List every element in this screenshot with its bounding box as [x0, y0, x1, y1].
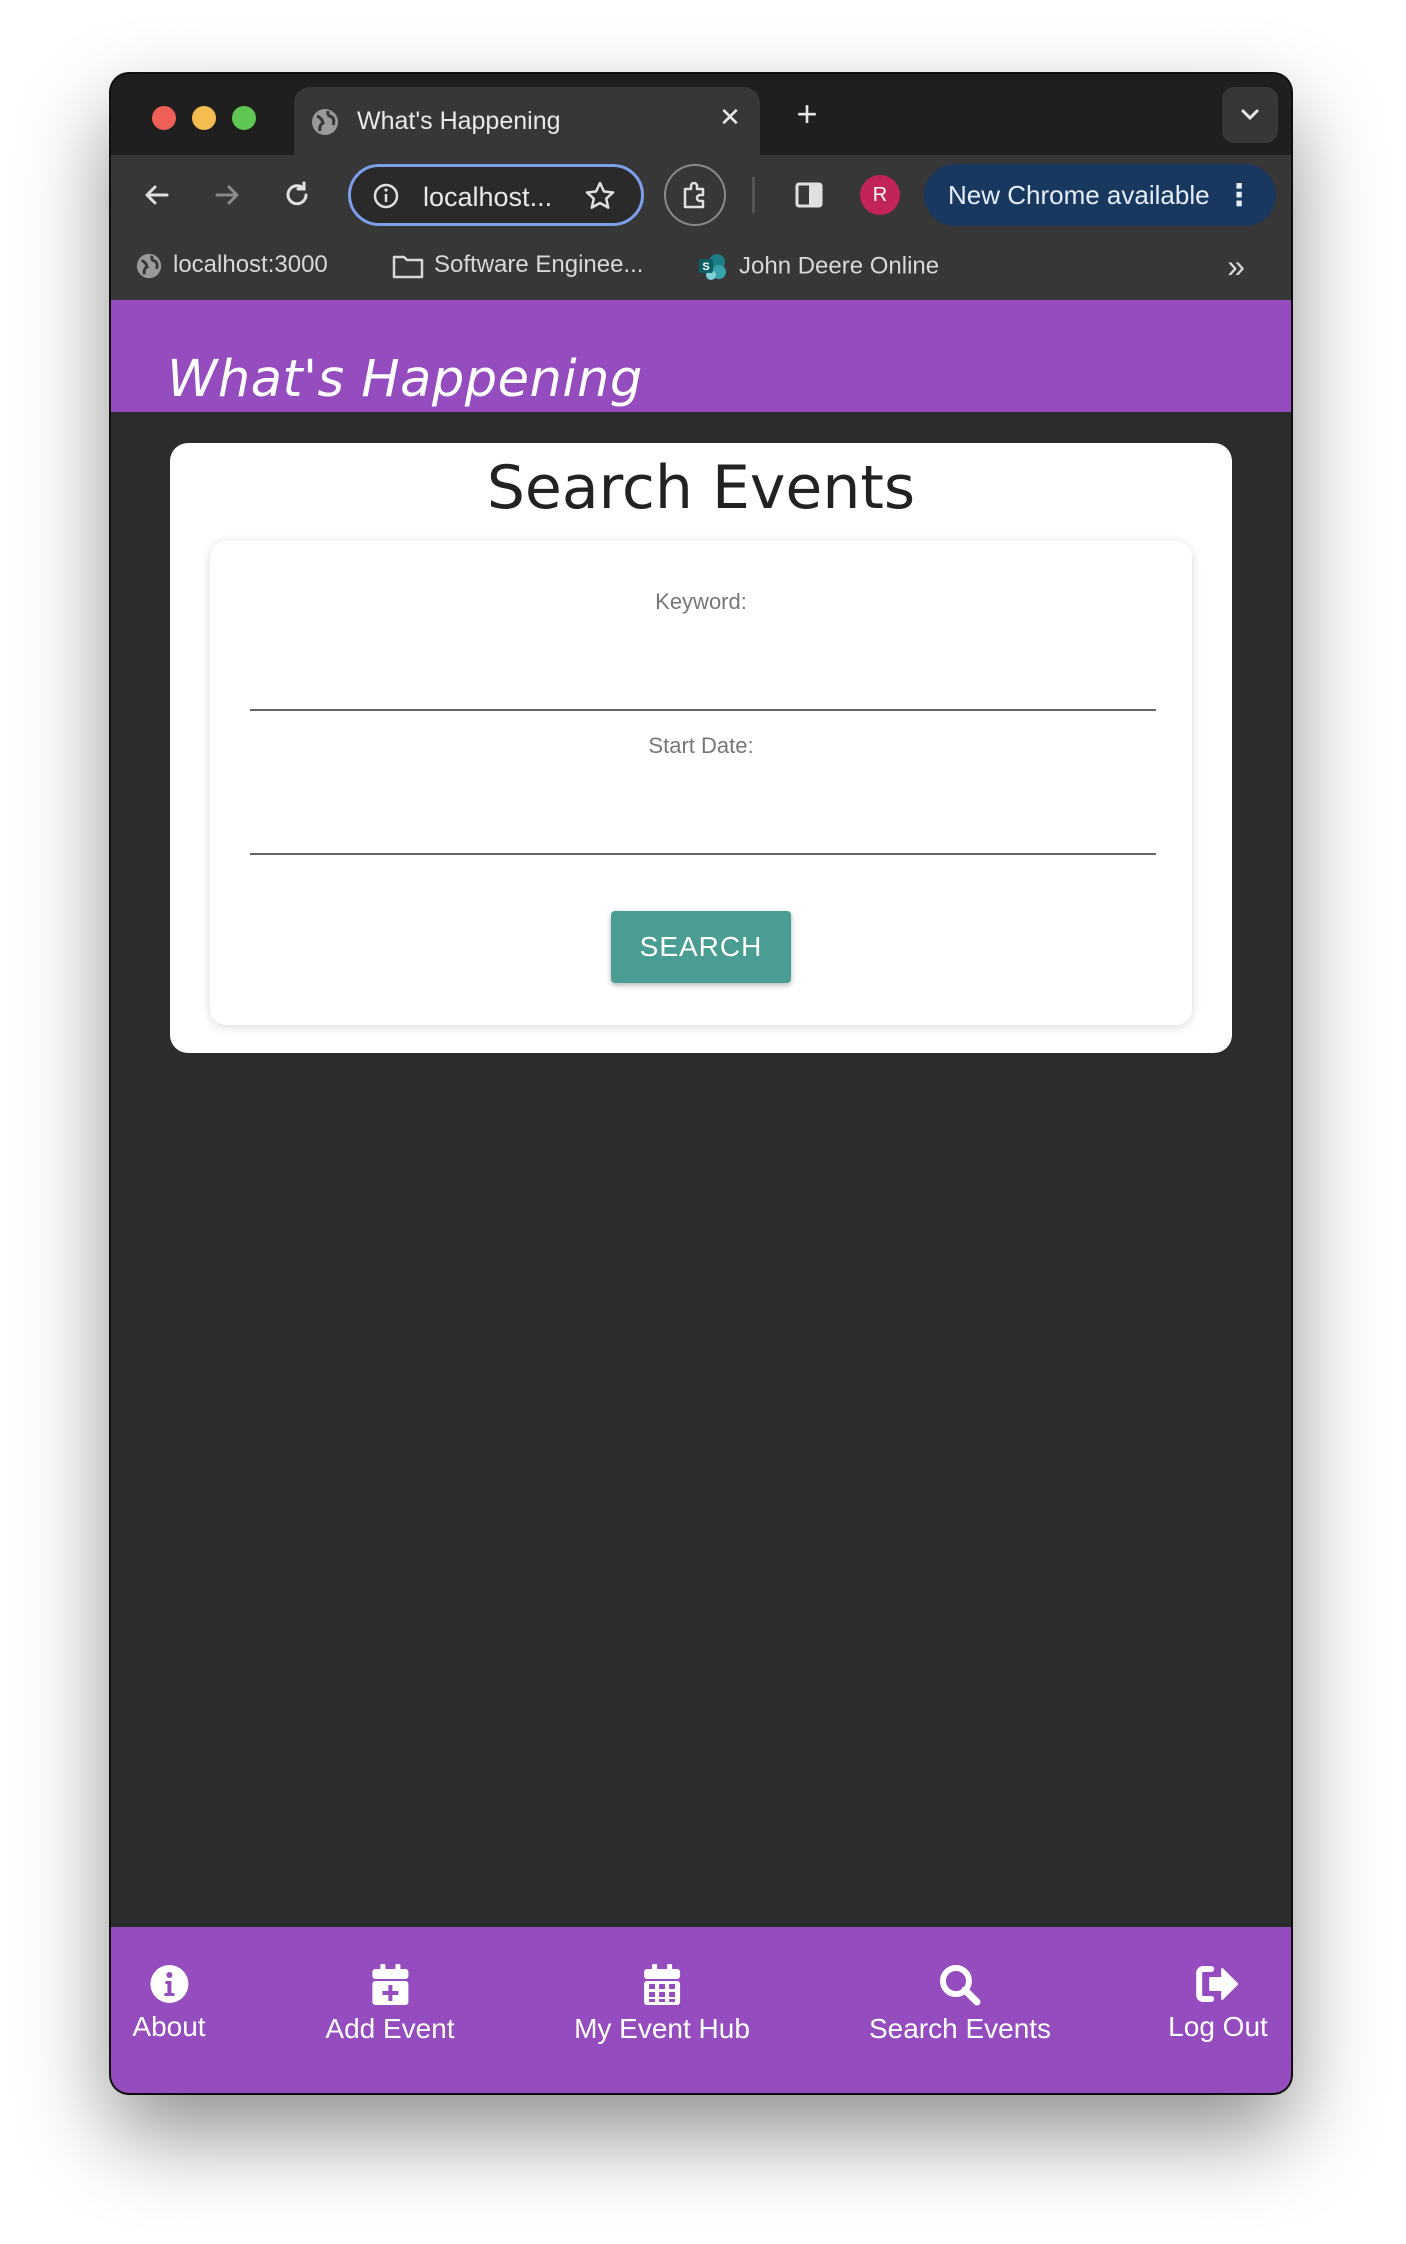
maximize-window-button[interactable]	[232, 106, 256, 130]
bookmark-star-icon[interactable]	[583, 179, 617, 213]
puzzle-icon	[683, 181, 705, 209]
side-panel-icon[interactable]	[789, 175, 829, 215]
search-icon	[939, 1965, 981, 2006]
close-tab-icon[interactable]: ✕	[714, 101, 746, 133]
nav-log-out[interactable]: Log Out	[1168, 1963, 1268, 2043]
page-viewport: What's Happening Search Events Keyword: …	[111, 300, 1291, 2093]
nav-label: Log Out	[1168, 2011, 1268, 2042]
chrome-update-button[interactable]: New Chrome available ⋮	[924, 164, 1276, 226]
extensions-button[interactable]	[664, 164, 726, 226]
globe-icon	[312, 109, 338, 135]
tab-title: What's Happening	[357, 107, 561, 135]
nav-label: Add Event	[325, 2013, 455, 2044]
start-date-label: Start Date:	[648, 733, 754, 758]
chevron-down-icon	[1241, 109, 1259, 121]
nav-label: My Event Hub	[574, 2013, 750, 2044]
site-info-icon[interactable]	[371, 181, 401, 211]
bookmark-john-deere[interactable]: S John Deere Online	[697, 251, 939, 283]
browser-tab[interactable]: What's Happening ✕	[294, 87, 760, 155]
reload-icon[interactable]	[277, 175, 317, 215]
bookmark-localhost[interactable]: localhost:3000	[135, 251, 328, 280]
keyword-label: Keyword:	[655, 589, 747, 614]
close-window-button[interactable]	[152, 106, 176, 130]
globe-icon	[136, 253, 162, 278]
browser-toolbar: localhost... R New Chrome available ⋮	[111, 155, 1291, 236]
nav-label: About	[132, 2011, 206, 2042]
search-button[interactable]: SEARCH	[611, 911, 791, 983]
new-tab-button[interactable]: +	[785, 92, 829, 136]
bookmark-software-engineering[interactable]: Software Enginee...	[392, 251, 643, 279]
bookmark-label: John Deere Online	[739, 252, 940, 280]
nav-search-events[interactable]: Search Events	[869, 1963, 1051, 2045]
forward-icon[interactable]	[207, 175, 247, 215]
app-title[interactable]: What's Happening	[167, 350, 643, 409]
search-events-card: Search Events Keyword: Start Date: SEARC…	[170, 443, 1232, 1053]
toolbar-divider	[752, 177, 755, 213]
sign-out-icon	[1195, 1966, 1238, 2002]
minimize-window-button[interactable]	[192, 106, 216, 130]
bookmark-label: Software Enginee...	[434, 251, 644, 278]
tab-search-button[interactable]	[1222, 87, 1278, 143]
tab-strip: What's Happening ✕ +	[111, 74, 1291, 155]
search-form: Keyword: Start Date: SEARCH	[210, 541, 1192, 1025]
info-icon	[149, 1965, 188, 2003]
profile-avatar[interactable]: R	[860, 175, 900, 215]
calendar-plus-icon	[371, 1964, 408, 2005]
sharepoint-icon: S	[699, 254, 726, 280]
folder-icon	[392, 255, 424, 278]
address-bar[interactable]: localhost...	[348, 164, 644, 226]
browser-window: What's Happening ✕ + localhost... R New …	[111, 74, 1291, 2093]
page-title: Search Events	[486, 453, 916, 523]
nav-about[interactable]: About	[132, 1963, 206, 2043]
bookmark-label: localhost:3000	[173, 251, 328, 278]
address-text: localhost...	[423, 182, 553, 212]
app-header: What's Happening	[111, 300, 1291, 412]
start-date-input[interactable]	[250, 801, 1156, 855]
calendar-icon	[643, 1964, 680, 2005]
bookmarks-bar: localhost:3000 Software Enginee... S Joh…	[111, 236, 1291, 301]
nav-label: Search Events	[868, 2013, 1052, 2044]
bottom-nav: About Add Event My Event Hub Search Even…	[111, 1927, 1291, 2093]
nav-add-event[interactable]: Add Event	[325, 1963, 455, 2045]
update-label: New Chrome available	[948, 180, 1210, 210]
back-icon[interactable]	[137, 175, 177, 215]
more-bookmarks-icon[interactable]: »	[1227, 248, 1245, 285]
more-menu-icon[interactable]: ⋮	[1224, 178, 1254, 213]
svg-text:S: S	[702, 261, 709, 273]
keyword-input[interactable]	[250, 657, 1156, 711]
nav-my-event-hub[interactable]: My Event Hub	[574, 1963, 750, 2045]
